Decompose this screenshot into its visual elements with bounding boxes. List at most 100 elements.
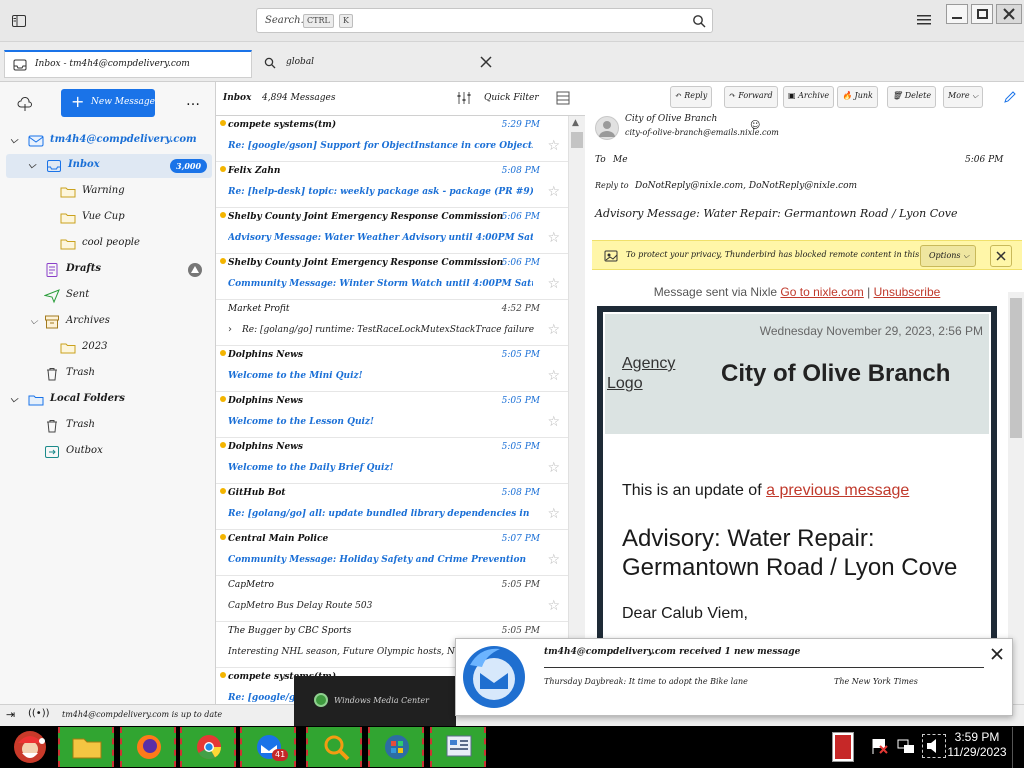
local-folders-row[interactable]: ⌵ Local Folders [0, 388, 216, 412]
app-menu-icon[interactable] [917, 14, 931, 26]
quick-filter-label[interactable]: Quick Filter [484, 93, 539, 103]
online-status-icon[interactable]: ((•)) [28, 708, 50, 719]
chevron-down-icon: ⌵ [969, 91, 979, 100]
close-toast-icon[interactable] [990, 647, 1004, 661]
unsubscribe-link[interactable]: Unsubscribe [874, 285, 941, 299]
message-row[interactable]: Market Profit Re: [golang/go] runtime: Te… [216, 300, 568, 346]
close-window-button[interactable] [996, 4, 1022, 24]
archive-button[interactable]: ▣ Archive [783, 86, 835, 108]
taskbar-firefox[interactable] [120, 727, 176, 767]
pen-icon[interactable] [1003, 90, 1017, 104]
folder-warning[interactable]: Warning [0, 180, 216, 204]
close-notice-button[interactable] [990, 245, 1012, 267]
star-icon[interactable]: ☆ [547, 230, 560, 246]
search-icon[interactable] [692, 14, 706, 28]
folder-2023[interactable]: 2023 [0, 336, 216, 360]
folder-pane-toggle-icon[interactable] [11, 13, 27, 29]
get-messages-icon[interactable] [17, 96, 33, 112]
chevron-down-icon[interactable]: ⌵ [10, 135, 18, 146]
previous-message-link[interactable]: a previous message [766, 482, 909, 499]
new-mail-notification[interactable]: tm4h4@compdelivery.com received 1 new me… [455, 638, 1013, 716]
global-search-input[interactable]: Search… CTRL K [256, 8, 713, 33]
reply-button[interactable]: ↶ Reply [670, 86, 713, 108]
folder-cool-people[interactable]: cool people [0, 232, 216, 256]
star-icon[interactable]: ☆ [547, 552, 560, 568]
thread-expand-icon[interactable]: › [228, 324, 232, 335]
quick-filter-button[interactable] [456, 91, 476, 105]
message-row[interactable]: Dolphins News Welcome to the Lesson Quiz!… [216, 392, 568, 438]
folder-label: Outbox [66, 445, 103, 456]
reply-to-value[interactable]: DoNotReply@nixle.com, DoNotReply@nixle.c… [635, 181, 857, 191]
tray-language-icon[interactable] [832, 732, 854, 762]
message-time: 5:05 PM [501, 396, 540, 406]
message-row[interactable]: Shelby County Joint Emergency Response C… [216, 208, 568, 254]
taskbar-clock[interactable]: 3:59 PM 11/29/2023 [946, 730, 1008, 760]
delete-button[interactable]: 🗑 Delete [887, 86, 937, 108]
message-count: 4,894 Messages [262, 93, 336, 103]
more-button[interactable]: More ⌵ [943, 86, 984, 108]
toggle-pane-icon[interactable]: ⇥ [6, 708, 15, 721]
message-row[interactable]: Dolphins News Welcome to the Mini Quiz! 5:… [216, 346, 568, 392]
contact-icon[interactable]: ☺ [750, 120, 760, 131]
star-icon[interactable]: ☆ [547, 460, 560, 476]
tray-flag-icon[interactable] [870, 736, 890, 756]
folder-vue-cup[interactable]: Vue Cup [0, 206, 216, 230]
star-icon[interactable]: ☆ [547, 322, 560, 338]
message-row[interactable]: compete systems(tm) Re: [google/gson] Sup… [216, 116, 568, 162]
to-value[interactable]: Me [613, 155, 628, 165]
message-row[interactable]: Dolphins News Welcome to the Daily Brief … [216, 438, 568, 484]
message-row[interactable]: GitHub Bot Re: [golang/go] all: update bu… [216, 484, 568, 530]
list-display-options-icon[interactable] [556, 91, 570, 105]
message-subject: Re: [golang/go] runtime: TestRaceLockMut… [242, 325, 535, 335]
folder-inbox[interactable]: ⌵ Inbox 3,000 [6, 154, 212, 178]
tab-inbox[interactable]: Inbox - tm4h4@compdelivery.com [4, 50, 252, 78]
taskbar-windows-media[interactable] [368, 727, 424, 767]
folder-label: Sent [66, 289, 90, 300]
tray-volume-icon[interactable] [922, 734, 946, 758]
minimize-button[interactable] [946, 4, 968, 24]
message-row[interactable]: CapMetro CapMetro Bus Delay Route 503 5:05… [216, 576, 568, 622]
goto-nixle-link[interactable]: Go to nixle.com [780, 285, 863, 299]
taskbar-search-app[interactable] [306, 727, 362, 767]
message-row[interactable]: Central Main Police Community Message: Ho… [216, 530, 568, 576]
more-options-icon[interactable]: … [186, 93, 201, 109]
show-desktop-button[interactable] [1012, 727, 1024, 768]
star-icon[interactable]: ☆ [547, 138, 560, 154]
star-icon[interactable]: ☆ [547, 276, 560, 292]
junk-button[interactable]: 🔥 Junk [837, 86, 878, 108]
folder-sent[interactable]: Sent [0, 284, 216, 308]
tray-network-icon[interactable] [896, 736, 916, 756]
close-tab-icon[interactable] [480, 56, 492, 68]
folder-archives[interactable]: ⌵ Archives [0, 310, 216, 334]
chevron-down-icon[interactable]: ⌵ [10, 394, 18, 405]
trash-icon [44, 418, 60, 434]
folder-trash[interactable]: Trash [0, 362, 216, 386]
taskbar-file-explorer[interactable] [58, 727, 114, 767]
start-button[interactable] [4, 727, 56, 767]
message-list-scrollbar[interactable]: ▲ [568, 116, 585, 704]
taskbar-control-panel[interactable] [430, 727, 486, 767]
star-icon[interactable]: ☆ [547, 368, 560, 384]
star-icon[interactable]: ☆ [547, 598, 560, 614]
forward-button[interactable]: ↷ Forward [724, 86, 778, 108]
options-button[interactable]: Options ⌵ [920, 245, 976, 267]
account-row[interactable]: ⌵ tm4h4@compdelivery.com [0, 129, 216, 153]
star-icon[interactable]: ☆ [547, 414, 560, 430]
star-icon[interactable]: ☆ [547, 506, 560, 522]
message-row[interactable]: Felix Zahn Re: [help-desk] topic: weekly … [216, 162, 568, 208]
message-row[interactable]: Shelby County Joint Emergency Response C… [216, 254, 568, 300]
new-message-button[interactable]: + New Message [61, 89, 155, 117]
maximize-button[interactable] [971, 4, 993, 24]
folder-local-trash[interactable]: Trash [0, 414, 216, 438]
folder-outbox[interactable]: Outbox [0, 440, 216, 464]
chevron-down-icon[interactable]: ⌵ [30, 316, 38, 327]
chevron-down-icon[interactable]: ⌵ [28, 160, 36, 171]
unread-dot-icon [220, 534, 226, 540]
taskbar-chrome[interactable] [180, 727, 236, 767]
sender-name[interactable]: City of Olive Branch [625, 114, 717, 124]
taskbar-thunderbird[interactable]: 41 [240, 727, 296, 767]
inbox-tab-icon [13, 58, 27, 72]
star-icon[interactable]: ☆ [547, 184, 560, 200]
tab-search[interactable]: global [256, 50, 500, 78]
folder-drafts[interactable]: Drafts [0, 258, 216, 282]
